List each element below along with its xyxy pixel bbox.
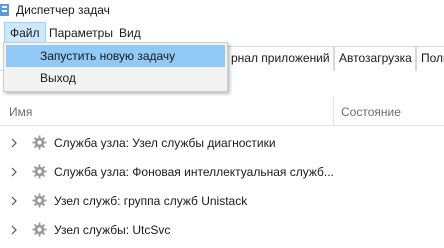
menu-item-run-new-task[interactable]: Запустить новую задачу — [6, 45, 225, 67]
process-name: Служба узла: Узел службы диагностики — [54, 136, 276, 150]
column-status[interactable]: Состояние — [341, 105, 401, 119]
chevron-right-icon[interactable] — [10, 195, 18, 207]
chevron-right-icon[interactable] — [10, 137, 18, 149]
menu-item-exit[interactable]: Выход — [6, 67, 225, 89]
gear-icon — [32, 135, 47, 150]
chevron-right-icon[interactable] — [10, 224, 18, 236]
chevron-right-icon[interactable] — [10, 166, 18, 178]
tab-users[interactable]: Поль — [416, 46, 444, 71]
process-name: Служба узла: Фоновая интеллектуальная сл… — [54, 165, 334, 179]
tab-startup[interactable]: Автозагрузка — [334, 46, 416, 71]
task-manager-icon — [0, 4, 9, 16]
process-row[interactable]: Служба узла: Узел службы диагностики — [0, 129, 444, 157]
gear-icon — [32, 193, 47, 208]
menu-file[interactable]: Файл — [4, 22, 46, 44]
menu-view[interactable]: Вид — [114, 22, 146, 44]
menu-options[interactable]: Параметры — [44, 22, 118, 44]
gear-icon — [32, 164, 47, 179]
column-divider[interactable] — [333, 96, 334, 126]
gear-icon — [32, 222, 47, 237]
process-name: Узел служб: группа служб Unistack — [54, 194, 248, 208]
process-row[interactable]: Узел службы: UtcSvc — [0, 216, 444, 244]
window-title: Диспетчер задач — [16, 3, 110, 17]
process-name: Узел службы: UtcSvc — [54, 223, 171, 237]
process-row[interactable]: Служба узла: Фоновая интеллектуальная сл… — [0, 158, 444, 186]
menu-bar: Файл Параметры Вид — [0, 22, 444, 44]
title-bar: Диспетчер задач — [0, 0, 444, 22]
file-dropdown-menu: Запустить новую задачу Выход — [3, 42, 228, 92]
column-header: Имя Состояние — [0, 96, 444, 126]
process-row[interactable]: Узел служб: группа служб Unistack — [0, 187, 444, 215]
column-name[interactable]: Имя — [9, 105, 32, 119]
